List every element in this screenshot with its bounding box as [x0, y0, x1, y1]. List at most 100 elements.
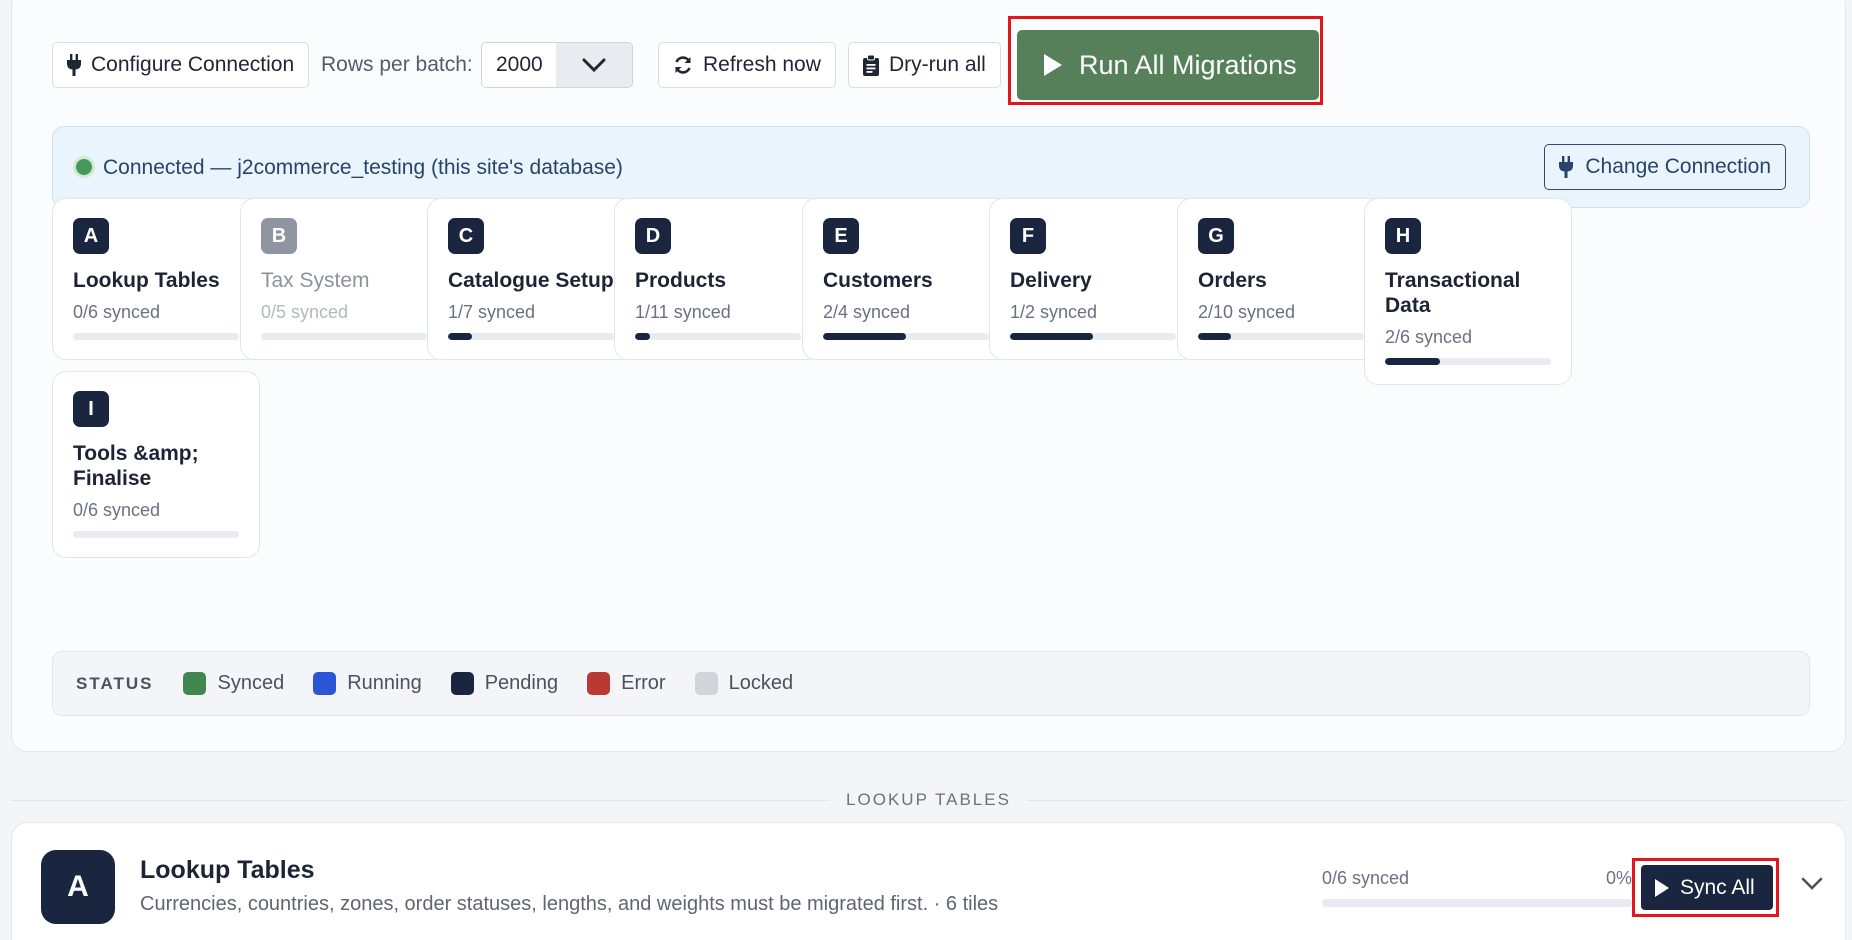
tile-sync-count: 1/2 synced — [1010, 302, 1098, 322]
tile-i[interactable]: I Tools &amp; Finalise 0/6 synced — [52, 371, 260, 558]
status-legend-items: Synced Running Pending Error Locked — [183, 672, 822, 695]
legend-item-locked: Locked — [694, 672, 794, 695]
tile-sync-count: 2/10 synced — [1198, 302, 1296, 322]
lookup-tables-section: A Lookup Tables Currencies, countries, z… — [11, 822, 1846, 940]
connection-status-bar: Connected — j2commerce_testing (this sit… — [52, 126, 1810, 208]
tile-letter-badge: D — [635, 218, 671, 254]
sync-all-button[interactable]: Sync All — [1641, 865, 1773, 910]
tile-sync-count: 0/6 synced — [73, 302, 161, 322]
run-all-migrations-button[interactable]: Run All Migrations — [1017, 30, 1319, 100]
tile-f[interactable]: F Delivery 1/2 synced — [989, 198, 1197, 360]
legend-swatch — [313, 672, 337, 695]
rows-per-batch-label: Rows per batch: — [321, 53, 473, 76]
tile-sync-count: 1/11 synced — [635, 302, 731, 322]
sync-all-label: Sync All — [1680, 875, 1755, 899]
tile-sync-count: 1/7 synced — [448, 302, 536, 322]
tile-progress-fill — [448, 333, 472, 340]
tile-progress-bar — [1010, 333, 1176, 340]
tile-progress-bar — [73, 531, 239, 538]
tile-progress-fill — [1198, 333, 1232, 340]
plug-icon — [67, 54, 81, 76]
divider-line — [11, 799, 831, 801]
legend-item-synced: Synced — [183, 672, 284, 695]
tile-name: Customers — [823, 269, 933, 292]
tile-name: Orders — [1198, 269, 1267, 292]
legend-label: Locked — [728, 672, 794, 694]
legend-swatch — [587, 672, 611, 695]
tile-progress-fill — [1010, 333, 1093, 340]
tile-progress-bar — [448, 333, 614, 340]
tile-name: Delivery — [1010, 269, 1092, 292]
chevron-down-icon[interactable] — [1801, 877, 1823, 891]
legend-label: Pending — [484, 672, 559, 694]
divider-line — [1026, 799, 1846, 801]
tile-progress-bar — [1385, 358, 1551, 365]
rows-per-batch-value: 2000 — [496, 53, 543, 76]
tile-name: Catalogue Setup — [448, 269, 614, 292]
refresh-icon — [675, 56, 691, 74]
tile-name: Transactional Data — [1385, 269, 1521, 317]
tile-name: Lookup Tables — [73, 269, 220, 292]
play-icon — [1044, 54, 1062, 76]
play-icon — [1655, 878, 1669, 897]
connected-status-dot — [76, 159, 92, 175]
refresh-now-button[interactable]: Refresh now — [658, 42, 836, 88]
tile-letter-badge: E — [823, 218, 859, 254]
tile-progress-bar — [73, 333, 239, 340]
legend-item-pending: Pending — [450, 672, 559, 695]
tile-h[interactable]: H Transactional Data 2/6 synced — [1364, 198, 1572, 385]
tile-b[interactable]: B Tax System 0/5 synced — [240, 198, 448, 360]
tile-progress-bar — [823, 333, 989, 340]
tile-name: Products — [635, 269, 727, 292]
section-letter-badge: A — [41, 850, 115, 924]
legend-swatch — [450, 672, 474, 695]
tile-letter-badge: G — [1198, 218, 1234, 254]
tile-letter-badge: I — [73, 391, 109, 427]
legend-swatch — [183, 672, 207, 695]
dry-run-all-label: Dry-run all — [889, 53, 986, 76]
tile-progress-fill — [635, 333, 651, 340]
rows-per-batch-select[interactable]: 2000 — [481, 42, 633, 88]
chevron-down-icon — [556, 43, 632, 87]
legend-item-error: Error — [587, 672, 666, 695]
status-legend: STATUS Synced Running Pending Error Locked — [52, 651, 1810, 716]
tile-sync-count: 2/4 synced — [823, 302, 911, 322]
refresh-now-label: Refresh now — [703, 53, 821, 76]
tile-letter-badge: F — [1010, 218, 1046, 254]
section-divider: LOOKUP TABLES — [11, 788, 1846, 812]
tile-g[interactable]: G Orders 2/10 synced — [1177, 198, 1385, 360]
tile-letter-badge: H — [1385, 218, 1421, 254]
change-connection-button[interactable]: Change Connection — [1544, 144, 1786, 190]
clipboard-icon — [863, 54, 879, 76]
section-title: Lookup Tables — [140, 856, 315, 884]
plug-icon — [1559, 156, 1574, 178]
tile-name: Tools &amp; Finalise — [73, 442, 199, 490]
tile-sync-count: 2/6 synced — [1385, 327, 1473, 347]
tile-sync-count: 0/6 synced — [73, 500, 161, 520]
tile-e[interactable]: E Customers 2/4 synced — [802, 198, 1010, 360]
dry-run-all-button[interactable]: Dry-run all — [848, 42, 1001, 88]
tile-progress-bar — [261, 333, 427, 340]
change-connection-label: Change Connection — [1585, 155, 1771, 178]
legend-swatch — [694, 672, 718, 695]
status-legend-title: STATUS — [76, 673, 154, 693]
tile-letter-badge: C — [448, 218, 484, 254]
migration-dashboard-panel: Configure Connection Rows per batch: 200… — [11, 0, 1846, 752]
tile-letter-badge: A — [73, 218, 109, 254]
tile-c[interactable]: C Catalogue Setup 1/7 synced — [427, 198, 635, 360]
connection-status-text: Connected — j2commerce_testing (this sit… — [103, 156, 623, 179]
tile-a[interactable]: A Lookup Tables 0/6 synced — [52, 198, 260, 360]
tile-progress-bar — [1198, 333, 1364, 340]
legend-label: Synced — [217, 672, 285, 694]
configure-connection-button[interactable]: Configure Connection — [52, 42, 310, 88]
tile-progress-fill — [1385, 358, 1441, 365]
tile-progress-fill — [823, 333, 906, 340]
configure-connection-label: Configure Connection — [91, 53, 295, 76]
section-divider-label: LOOKUP TABLES — [846, 790, 1011, 809]
tile-d[interactable]: D Products 1/11 synced — [614, 198, 822, 360]
section-progress-percent: 0% — [1605, 868, 1632, 888]
section-progress-label: 0/6 synced — [1322, 868, 1410, 888]
tile-sync-count: 0/5 synced — [261, 302, 349, 322]
legend-label: Error — [621, 672, 666, 694]
run-all-migrations-label: Run All Migrations — [1079, 49, 1297, 80]
